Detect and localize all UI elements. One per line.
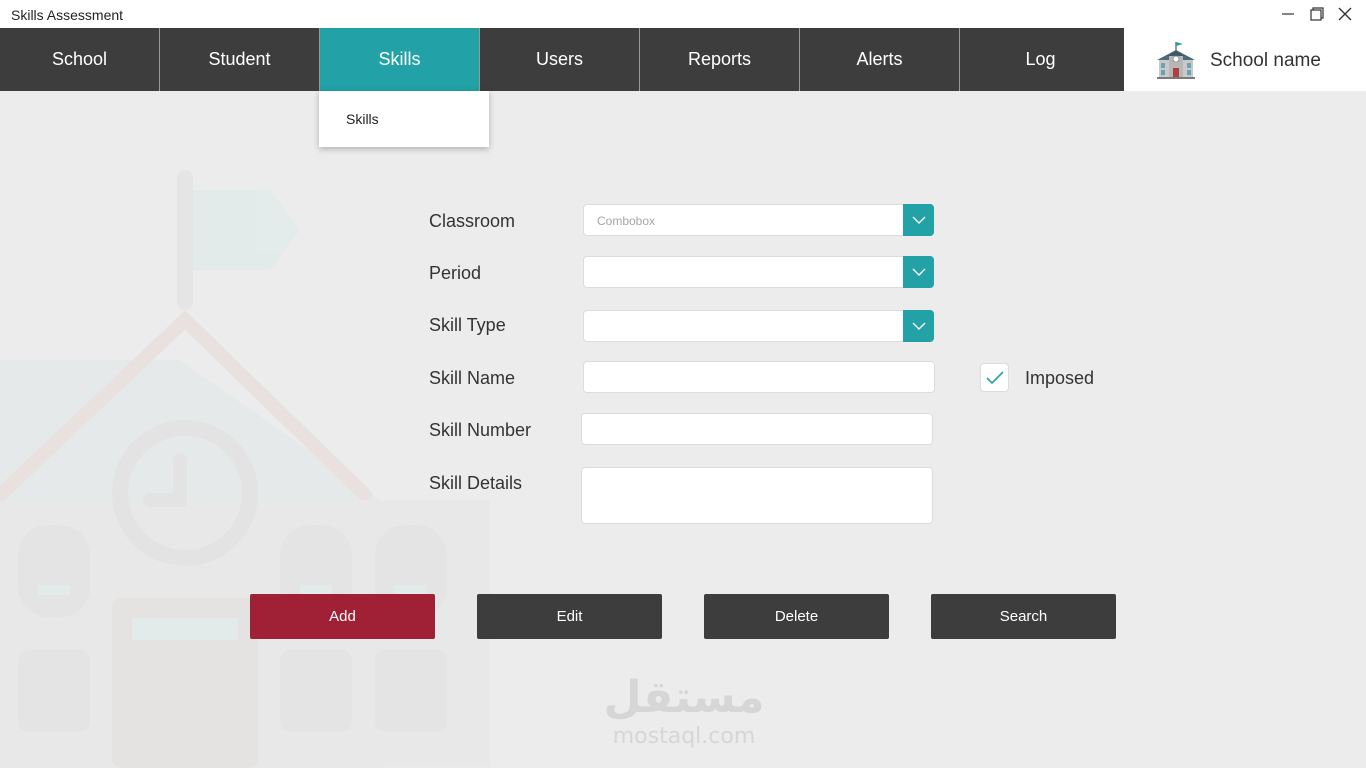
skill-name-label: Skill Name (429, 368, 516, 388)
period-dropdown-button[interactable] (903, 256, 934, 288)
restore-icon (1310, 7, 1324, 21)
imposed-checkbox[interactable] (980, 363, 1009, 392)
skill-number-input[interactable] (581, 413, 933, 445)
search-button[interactable]: Search (931, 594, 1116, 639)
skill-details-textarea[interactable] (581, 467, 933, 524)
close-button[interactable] (1334, 4, 1356, 24)
nav-skills[interactable]: Skills (320, 28, 480, 91)
add-button[interactable]: Add (250, 594, 435, 639)
main-nav: School Student Skills Users Reports Aler… (0, 28, 1124, 91)
school-illustration-background (0, 170, 490, 768)
skills-dropdown-menu: Skills (319, 91, 489, 147)
chevron-down-icon (912, 322, 925, 330)
classroom-label: Classroom (429, 211, 516, 231)
period-label: Period (429, 263, 482, 283)
minimize-button[interactable] (1277, 4, 1299, 24)
nav-users[interactable]: Users (480, 28, 640, 91)
school-building-icon (1157, 42, 1195, 79)
classroom-dropdown-button[interactable] (903, 204, 934, 236)
checkmark-icon (985, 370, 1004, 384)
skill-details-label: Skill Details (429, 473, 523, 493)
school-brand: School name (1124, 28, 1366, 91)
skill-type-label: Skill Type (429, 315, 506, 335)
close-icon (1338, 7, 1352, 21)
skill-type-dropdown-button[interactable] (903, 310, 934, 342)
imposed-label: Imposed (1025, 368, 1095, 388)
chevron-down-icon (912, 216, 925, 224)
dropdown-item-skills[interactable]: Skills (346, 111, 379, 127)
nav-school[interactable]: School (0, 28, 160, 91)
title-bar: Skills Assessment (0, 0, 1366, 28)
classroom-combobox[interactable]: Combobox (583, 204, 934, 236)
chevron-down-icon (912, 268, 925, 276)
window-title: Skills Assessment (11, 7, 124, 23)
nav-reports[interactable]: Reports (640, 28, 800, 91)
nav-student[interactable]: Student (160, 28, 320, 91)
mostaql-watermark: مستقل mostaql.com (598, 672, 770, 756)
period-combobox[interactable] (583, 256, 934, 288)
nav-log[interactable]: Log (960, 28, 1121, 91)
nav-alerts[interactable]: Alerts (800, 28, 960, 91)
watermark-latin: mostaql.com (612, 724, 756, 749)
minimize-icon (1282, 13, 1294, 15)
classroom-placeholder: Combobox (597, 214, 656, 228)
delete-button[interactable]: Delete (704, 594, 889, 639)
edit-button[interactable]: Edit (477, 594, 662, 639)
skill-type-combobox[interactable] (583, 310, 934, 342)
maximize-button[interactable] (1306, 4, 1328, 24)
skill-name-input[interactable] (583, 361, 935, 393)
watermark-arabic: مستقل (603, 672, 765, 723)
skill-number-label: Skill Number (429, 420, 532, 440)
school-name: School name (1210, 50, 1321, 71)
